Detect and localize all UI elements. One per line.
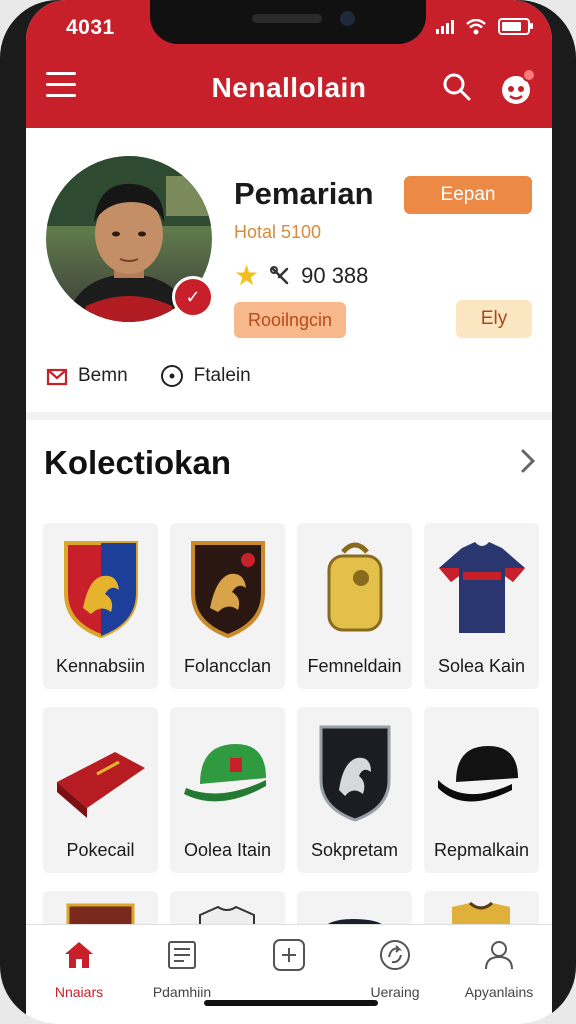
collection-item[interactable]: Pokecail	[43, 707, 158, 873]
app-title: Nenallolain	[211, 72, 367, 103]
collection-item-label: Pokecail	[66, 840, 135, 860]
app-header: 4031 Nenallolain	[26, 0, 552, 128]
tertiary-action-button[interactable]: Ely	[456, 300, 532, 338]
verified-check-icon: ✓	[172, 276, 214, 318]
jersey-icon	[434, 533, 529, 643]
notification-dot	[522, 68, 536, 82]
speaker	[252, 14, 322, 23]
bottom-nav: Nnaiars Pdamhiin Ueraing Apyanlains	[26, 924, 552, 1024]
crest-red-blue-icon	[53, 533, 148, 643]
chevron-right-icon[interactable]	[518, 446, 538, 476]
collection-item-label: Oolea Itain	[183, 840, 272, 860]
mascot-notification-icon[interactable]	[496, 68, 536, 108]
home-icon	[65, 942, 93, 968]
document-icon	[168, 941, 196, 969]
camera	[340, 11, 355, 26]
meta-item-clock[interactable]: Ftalein	[160, 364, 251, 388]
meta-label-mail: Bemn	[78, 365, 128, 386]
collection-item[interactable]: Oolea Itain	[170, 707, 285, 873]
profile-card: ✓ Pemarian Hotal 5100 ★ 90 388 Eepan Roo…	[26, 128, 552, 412]
signal-icon	[436, 19, 454, 34]
meta-item-mail[interactable]: Bemn	[46, 365, 128, 387]
collection-item[interactable]: Kennabsiin	[43, 523, 158, 689]
nav-home[interactable]: Nnaiars	[29, 937, 129, 1000]
status-time: 4031	[66, 16, 115, 39]
home-indicator	[204, 1000, 378, 1006]
black-cap-icon	[434, 717, 529, 827]
gold-bag-icon	[307, 533, 402, 643]
search-icon[interactable]	[442, 72, 472, 102]
tools-icon	[270, 266, 289, 285]
nav-profile[interactable]: Apyanlains	[449, 937, 549, 1000]
secondary-action-button[interactable]: Rooilngcin	[234, 302, 346, 338]
status-icons	[436, 18, 533, 35]
profile-meta: Bemn Ftalein	[46, 364, 251, 388]
crest-black-icon	[180, 533, 275, 643]
collection-item-label: Repmalkain	[433, 840, 530, 860]
profile-stats: ★ 90 388	[234, 262, 368, 290]
collection-grid: Kennabsiin Folancclan Femneldain Solea K…	[43, 523, 539, 931]
refresh-icon	[380, 940, 410, 970]
nav-refresh[interactable]: Ueraing	[345, 937, 445, 1000]
star-icon: ★	[234, 260, 260, 291]
collection-item[interactable]: Solea Kain	[424, 523, 539, 689]
collection-item[interactable]: Folancclan	[170, 523, 285, 689]
nav-add[interactable]	[239, 937, 339, 984]
battery-icon	[498, 18, 533, 35]
green-cap-icon	[180, 717, 275, 827]
clock-icon	[160, 365, 183, 387]
section-title: Kolectiokan	[44, 444, 232, 481]
mail-icon	[46, 368, 68, 386]
nav-label: Ueraing	[370, 984, 420, 1000]
nav-label: Pdamhiin	[152, 984, 212, 1000]
stats-value: 90 388	[301, 263, 369, 288]
collection-section: Kolectiokan Kennabsiin Folancclan Femnel…	[26, 420, 552, 931]
wifi-icon	[466, 18, 486, 34]
primary-action-button[interactable]: Eepan	[404, 176, 532, 214]
notch	[150, 0, 426, 44]
collection-item-label: Femneldain	[307, 656, 402, 676]
profile-subtitle: Hotal 5100	[234, 222, 322, 242]
profile-name: Pemarian	[234, 176, 374, 211]
nav-label: Apyanlains	[464, 984, 534, 1000]
collection-item[interactable]: Repmalkain	[424, 707, 539, 873]
black-crest-icon	[307, 717, 402, 827]
nav-label: Nnaiars	[54, 984, 104, 1000]
collection-item-label: Solea Kain	[437, 656, 526, 676]
nav-documents[interactable]: Pdamhiin	[132, 937, 232, 1000]
avatar[interactable]: ✓	[46, 156, 214, 322]
meta-label-clock: Ftalein	[193, 365, 251, 386]
profile-icon	[485, 941, 513, 970]
collection-item[interactable]: Femneldain	[297, 523, 412, 689]
screen: 4031 Nenallolain ✓ Pemarian Hotal 5100 ★…	[26, 0, 552, 1024]
phone-frame: 4031 Nenallolain ✓ Pemarian Hotal 5100 ★…	[0, 0, 576, 1024]
red-wallet-icon	[53, 717, 148, 827]
collection-item[interactable]: Sokpretam	[297, 707, 412, 873]
collection-item-label: Folancclan	[183, 656, 272, 676]
collection-item-label: Kennabsiin	[55, 656, 146, 676]
collection-item-label: Sokpretam	[310, 840, 399, 860]
add-icon	[273, 939, 305, 971]
